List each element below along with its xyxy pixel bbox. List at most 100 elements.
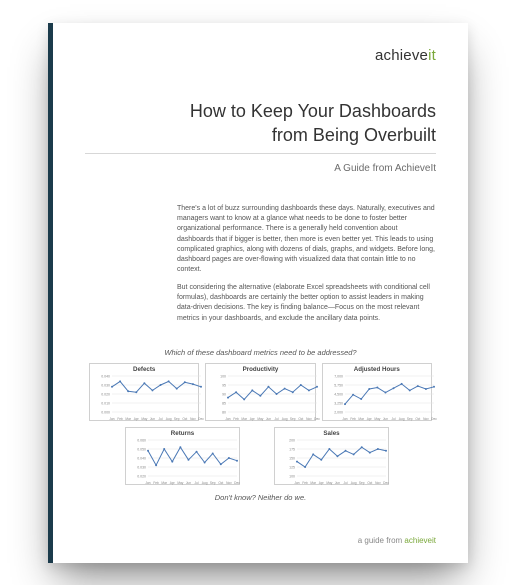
svg-text:Feb: Feb bbox=[117, 417, 123, 421]
svg-text:Jul: Jul bbox=[275, 417, 279, 421]
svg-text:Aug: Aug bbox=[202, 481, 208, 485]
svg-text:Jun: Jun bbox=[266, 417, 271, 421]
charts-grid: Defects 0.0400.0300.0200.0100.000JanFebM… bbox=[85, 363, 436, 491]
svg-text:Mar: Mar bbox=[161, 481, 167, 485]
svg-text:0.050: 0.050 bbox=[137, 447, 146, 451]
logo-part1: achieve bbox=[375, 47, 428, 64]
svg-text:Jan: Jan bbox=[109, 417, 114, 421]
svg-text:Jan: Jan bbox=[145, 481, 150, 485]
svg-text:3,250: 3,250 bbox=[334, 401, 343, 405]
svg-text:100: 100 bbox=[220, 374, 226, 378]
svg-text:Oct: Oct bbox=[415, 417, 420, 421]
svg-text:Jan: Jan bbox=[294, 481, 299, 485]
footer: a guide from achieveit bbox=[85, 536, 436, 545]
logo-part2: it bbox=[428, 47, 436, 64]
paragraph-2: But considering the alternative (elabora… bbox=[177, 283, 436, 324]
svg-text:0.020: 0.020 bbox=[137, 474, 146, 478]
svg-text:Jul: Jul bbox=[391, 417, 395, 421]
svg-text:May: May bbox=[374, 417, 380, 421]
svg-text:Aug: Aug bbox=[282, 417, 288, 421]
title-line-1: How to Keep Your Dashboards bbox=[190, 101, 436, 121]
svg-text:Dec: Dec bbox=[198, 417, 204, 421]
svg-text:95: 95 bbox=[222, 383, 226, 387]
page-title: How to Keep Your Dashboards from Being O… bbox=[85, 99, 436, 148]
svg-text:7,000: 7,000 bbox=[334, 374, 343, 378]
svg-text:Jul: Jul bbox=[195, 481, 199, 485]
svg-text:0.000: 0.000 bbox=[101, 410, 110, 414]
svg-text:Sep: Sep bbox=[174, 417, 180, 421]
svg-text:0.020: 0.020 bbox=[101, 392, 110, 396]
svg-text:May: May bbox=[326, 481, 332, 485]
svg-text:Feb: Feb bbox=[350, 417, 356, 421]
svg-text:200: 200 bbox=[289, 438, 295, 442]
svg-text:0.030: 0.030 bbox=[137, 465, 146, 469]
chart-returns: Returns 0.0600.0500.0400.0300.020JanFebM… bbox=[125, 427, 240, 485]
brand-logo: achieveit bbox=[375, 47, 436, 64]
svg-text:Sep: Sep bbox=[407, 417, 413, 421]
svg-text:0.040: 0.040 bbox=[101, 374, 110, 378]
svg-text:Apr: Apr bbox=[366, 417, 372, 421]
paragraph-1: There's a lot of buzz surrounding dashbo… bbox=[177, 204, 436, 275]
svg-text:Jun: Jun bbox=[186, 481, 191, 485]
svg-text:Dec: Dec bbox=[314, 417, 320, 421]
svg-text:4,500: 4,500 bbox=[334, 392, 343, 396]
chart-defects: Defects 0.0400.0300.0200.0100.000JanFebM… bbox=[89, 363, 199, 421]
subtitle: A Guide from AchieveIt bbox=[334, 163, 436, 174]
svg-text:Jun: Jun bbox=[150, 417, 155, 421]
svg-text:150: 150 bbox=[289, 456, 295, 460]
svg-text:Jan: Jan bbox=[226, 417, 231, 421]
svg-text:Feb: Feb bbox=[234, 417, 240, 421]
subtitle-row: A Guide from AchieveIt bbox=[85, 153, 436, 176]
header: achieveit bbox=[85, 47, 436, 65]
title-block: How to Keep Your Dashboards from Being O… bbox=[85, 99, 436, 177]
chart-row-2: Returns 0.0600.0500.0400.0300.020JanFebM… bbox=[89, 427, 432, 485]
svg-text:Sep: Sep bbox=[290, 417, 296, 421]
svg-text:Mar: Mar bbox=[310, 481, 316, 485]
footer-logo-part1: achieve bbox=[404, 536, 432, 545]
chart-productivity: Productivity 10095908580JanFebMarAprMayJ… bbox=[205, 363, 315, 421]
svg-text:2,000: 2,000 bbox=[334, 410, 343, 414]
svg-text:175: 175 bbox=[289, 447, 295, 451]
svg-text:Oct: Oct bbox=[299, 417, 304, 421]
footer-pre: a guide from bbox=[358, 536, 405, 545]
svg-text:90: 90 bbox=[222, 392, 226, 396]
chart-question: Which of these dashboard metrics need to… bbox=[85, 348, 436, 357]
svg-text:Feb: Feb bbox=[153, 481, 159, 485]
svg-text:Nov: Nov bbox=[306, 417, 312, 421]
footer-logo-part2: it bbox=[432, 536, 436, 545]
chart-row-1: Defects 0.0400.0300.0200.0100.000JanFebM… bbox=[89, 363, 432, 421]
svg-text:Jan: Jan bbox=[342, 417, 347, 421]
svg-text:85: 85 bbox=[222, 401, 226, 405]
svg-text:Aug: Aug bbox=[398, 417, 404, 421]
svg-text:80: 80 bbox=[222, 410, 226, 414]
svg-text:0.040: 0.040 bbox=[137, 456, 146, 460]
svg-text:Feb: Feb bbox=[302, 481, 308, 485]
svg-text:0.060: 0.060 bbox=[137, 438, 146, 442]
svg-text:Sep: Sep bbox=[210, 481, 216, 485]
svg-text:May: May bbox=[177, 481, 183, 485]
svg-text:Dec: Dec bbox=[431, 417, 437, 421]
chart-adjusted-hours: Adjusted Hours 7,0005,7504,5003,2502,000… bbox=[322, 363, 432, 421]
svg-text:Jul: Jul bbox=[344, 481, 348, 485]
svg-text:Oct: Oct bbox=[218, 481, 223, 485]
page-content: achieveit How to Keep Your Dashboards fr… bbox=[48, 23, 468, 563]
svg-text:Mar: Mar bbox=[358, 417, 364, 421]
svg-text:Nov: Nov bbox=[375, 481, 381, 485]
svg-text:Oct: Oct bbox=[182, 417, 187, 421]
svg-text:Mar: Mar bbox=[125, 417, 131, 421]
svg-text:0.010: 0.010 bbox=[101, 401, 110, 405]
chart-sales: Sales 200175150125100JanFebMarAprMayJunJ… bbox=[274, 427, 389, 485]
svg-text:Aug: Aug bbox=[351, 481, 357, 485]
svg-text:Dec: Dec bbox=[234, 481, 240, 485]
svg-text:Sep: Sep bbox=[359, 481, 365, 485]
document-page: achieveit How to Keep Your Dashboards fr… bbox=[48, 23, 468, 563]
title-line-2: from Being Overbuilt bbox=[272, 125, 436, 145]
svg-text:Nov: Nov bbox=[226, 481, 232, 485]
svg-text:Jun: Jun bbox=[383, 417, 388, 421]
svg-text:0.030: 0.030 bbox=[101, 383, 110, 387]
svg-text:Apr: Apr bbox=[319, 481, 325, 485]
svg-text:Dec: Dec bbox=[383, 481, 389, 485]
svg-text:Apr: Apr bbox=[170, 481, 176, 485]
svg-text:100: 100 bbox=[289, 474, 295, 478]
svg-text:Nov: Nov bbox=[423, 417, 429, 421]
